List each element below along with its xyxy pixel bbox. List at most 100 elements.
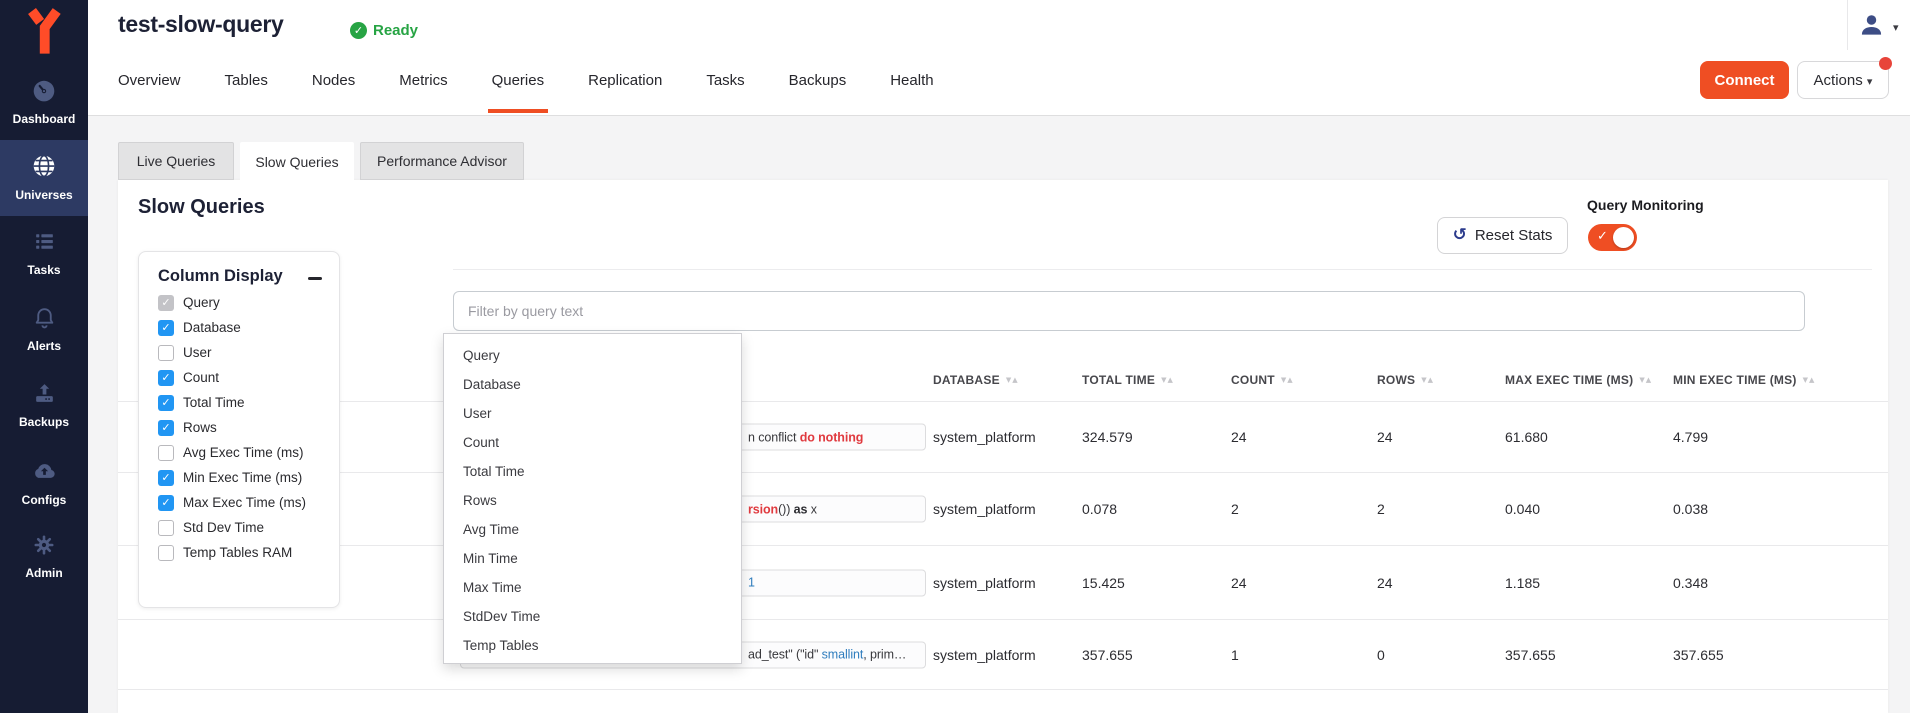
- query-text: rsion()) as x: [748, 502, 817, 516]
- tab-health[interactable]: Health: [890, 72, 933, 90]
- dropdown-item-query[interactable]: Query: [444, 341, 741, 370]
- dropdown-item-stddev-time[interactable]: StdDev Time: [444, 602, 741, 631]
- sidebar-item-backups[interactable]: Backups: [0, 368, 88, 444]
- column-option-min-exec-time-ms[interactable]: ✓Min Exec Time (ms): [139, 465, 339, 490]
- alerts-icon: [32, 305, 57, 332]
- subtab-performance-advisor[interactable]: Performance Advisor: [360, 142, 524, 180]
- chevron-down-icon: ▾: [1867, 75, 1873, 88]
- connect-button[interactable]: Connect: [1700, 61, 1789, 99]
- checkbox-checked[interactable]: ✓: [158, 370, 174, 386]
- user-menu[interactable]: ▾: [1858, 11, 1899, 43]
- header-total_time[interactable]: TOTAL TIME ▼▲: [1082, 373, 1174, 387]
- checkbox-checked[interactable]: ✓: [158, 495, 174, 511]
- checkbox-unchecked[interactable]: [158, 520, 174, 536]
- sort-arrows-icon[interactable]: ▼▲: [1639, 376, 1652, 384]
- sort-arrows-icon[interactable]: ▼▲: [1161, 376, 1174, 384]
- tab-replication[interactable]: Replication: [588, 72, 662, 90]
- header-max[interactable]: MAX EXEC TIME (MS) ▼▲: [1505, 373, 1652, 387]
- sort-arrows-icon[interactable]: ▼▲: [1006, 376, 1019, 384]
- header-rows[interactable]: ROWS▼▲: [1377, 373, 1434, 387]
- sidebar-item-admin[interactable]: Admin: [0, 520, 88, 596]
- column-option-max-exec-time-ms[interactable]: ✓Max Exec Time (ms): [139, 490, 339, 515]
- column-option-database[interactable]: ✓ Database: [139, 315, 339, 340]
- sidebar-item-label: Dashboard: [0, 112, 88, 126]
- cell-rows: 0: [1377, 647, 1385, 663]
- dashboard-icon: [31, 77, 57, 104]
- table-row: 1system_platform15.42524241.1850.348: [118, 546, 1888, 620]
- cell-count: 2: [1231, 501, 1239, 517]
- tab-backups[interactable]: Backups: [789, 72, 847, 90]
- tab-tables[interactable]: Tables: [225, 72, 268, 90]
- dropdown-item-total-time[interactable]: Total Time: [444, 457, 741, 486]
- column-option-rows[interactable]: ✓Rows: [139, 415, 339, 440]
- table-row: n conflict do nothingsystem_platform324.…: [118, 402, 1888, 473]
- sort-arrows-icon[interactable]: ▼▲: [1803, 376, 1816, 384]
- column-option-user[interactable]: User: [139, 340, 339, 365]
- yugabyte-logo-icon[interactable]: [22, 8, 66, 56]
- header-label: TOTAL TIME: [1082, 373, 1155, 387]
- query-monitoring-toggle[interactable]: ✓: [1588, 224, 1637, 251]
- checkbox-checked[interactable]: ✓: [158, 395, 174, 411]
- slow-queries-panel: Slow Queries ↺ Reset Stats Query Monitor…: [118, 180, 1888, 713]
- sidebar-item-tasks[interactable]: Tasks: [0, 216, 88, 292]
- actions-button[interactable]: Actions ▾: [1797, 61, 1889, 99]
- column-option-temp-tables-ram[interactable]: Temp Tables RAM: [139, 540, 339, 565]
- configs-icon: [31, 457, 58, 484]
- table-row: rsion()) as xsystem_platform0.078220.040…: [118, 473, 1888, 546]
- tab-tasks[interactable]: Tasks: [706, 72, 744, 90]
- sidebar-item-label: Tasks: [0, 263, 88, 277]
- column-option-avg-exec-time-ms[interactable]: Avg Exec Time (ms): [139, 440, 339, 465]
- column-option-query[interactable]: ✓Query: [139, 290, 339, 315]
- column-option-total-time[interactable]: ✓ Total Time: [139, 390, 339, 415]
- checkbox-unchecked[interactable]: [158, 345, 174, 361]
- reset-stats-button[interactable]: ↺ Reset Stats: [1437, 217, 1568, 254]
- dropdown-item-database[interactable]: Database: [444, 370, 741, 399]
- sidebar-item-dashboard[interactable]: Dashboard: [0, 64, 88, 140]
- subtab-slow-queries[interactable]: Slow Queries: [240, 142, 354, 181]
- tasks-icon: [32, 229, 57, 256]
- header-min[interactable]: MIN EXEC TIME (MS)▼▲: [1673, 373, 1815, 387]
- collapse-minus-icon[interactable]: [308, 277, 322, 280]
- sidebar-item-universes[interactable]: Universes: [0, 140, 88, 216]
- dropdown-item-temp-tables[interactable]: Temp Tables: [444, 631, 741, 660]
- sort-arrows-icon[interactable]: ▼▲: [1281, 376, 1294, 384]
- checkbox-checked[interactable]: ✓: [158, 470, 174, 486]
- cell-rows: 24: [1377, 575, 1393, 591]
- header-database[interactable]: DATABASE▼▲: [933, 373, 1019, 387]
- table-row: ad_test" ("id" smallint, prim…system_pla…: [118, 620, 1888, 690]
- tab-queries[interactable]: Queries: [492, 72, 545, 90]
- check-icon: ✓: [1597, 229, 1608, 244]
- tab-nodes[interactable]: Nodes: [312, 72, 355, 90]
- column-option-count[interactable]: ✓Count: [139, 365, 339, 390]
- dropdown-item-count[interactable]: Count: [444, 428, 741, 457]
- checkbox-checked[interactable]: ✓: [158, 420, 174, 436]
- cell-max_exec_ms: 1.185: [1505, 575, 1540, 591]
- user-avatar-icon[interactable]: [1858, 11, 1885, 43]
- header-count[interactable]: COUNT▼▲: [1231, 373, 1294, 387]
- header-label: MAX EXEC TIME (MS): [1505, 373, 1633, 387]
- sidebar-item-configs[interactable]: Configs: [0, 444, 88, 520]
- checkbox-unchecked[interactable]: [158, 545, 174, 561]
- sidebar-item-label: Admin: [0, 566, 88, 580]
- column-option-label: Total Time: [183, 395, 245, 410]
- checkbox-checked[interactable]: ✓: [158, 320, 174, 336]
- dropdown-item-max-time[interactable]: Max Time: [444, 573, 741, 602]
- reset-icon: ↺: [1453, 227, 1467, 244]
- dropdown-item-user[interactable]: User: [444, 399, 741, 428]
- tab-overview[interactable]: Overview: [118, 72, 181, 90]
- sort-arrows-icon[interactable]: ▼▲: [1421, 376, 1434, 384]
- checkbox-unchecked[interactable]: [158, 445, 174, 461]
- cell-total_time: 357.655: [1082, 647, 1133, 663]
- subtab-live-queries[interactable]: Live Queries: [118, 142, 234, 180]
- cell-rows: 2: [1377, 501, 1385, 517]
- dropdown-item-rows[interactable]: Rows: [444, 486, 741, 515]
- column-option-std-dev-time[interactable]: Std Dev Time: [139, 515, 339, 540]
- checkbox-disabled[interactable]: ✓: [158, 295, 174, 311]
- column-option-label: Database: [183, 320, 241, 335]
- sidebar-item-alerts[interactable]: Alerts: [0, 292, 88, 368]
- dropdown-item-min-time[interactable]: Min Time: [444, 544, 741, 573]
- tab-metrics[interactable]: Metrics: [399, 72, 447, 90]
- notification-dot: [1879, 57, 1892, 70]
- dropdown-item-avg-time[interactable]: Avg Time: [444, 515, 741, 544]
- query-filter-input[interactable]: [453, 291, 1805, 331]
